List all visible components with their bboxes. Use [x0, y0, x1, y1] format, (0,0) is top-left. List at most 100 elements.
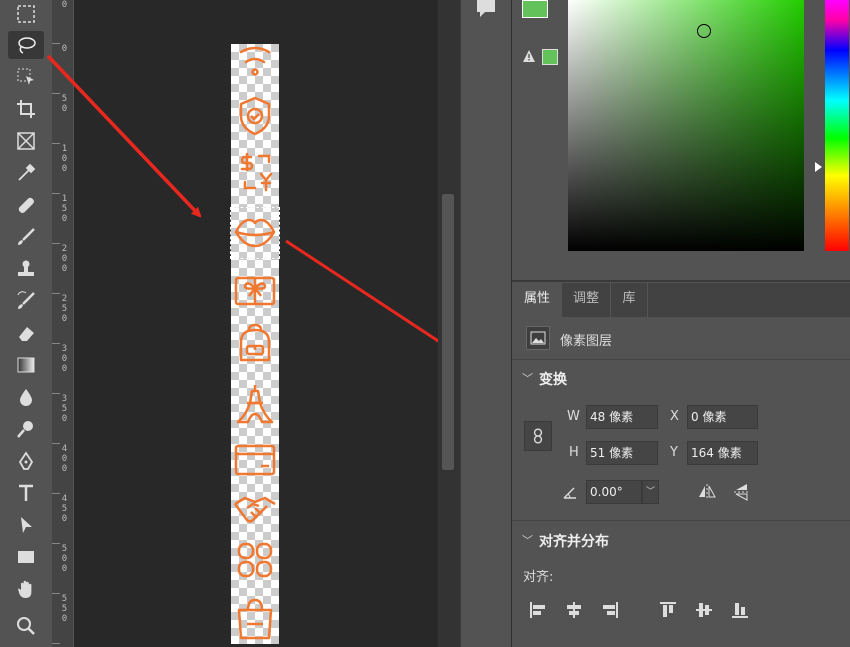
ruler-tick [52, 243, 60, 244]
object-select-tool[interactable] [8, 63, 44, 91]
ruler-label: 2 5 0 [61, 294, 68, 324]
foreground-swatch[interactable] [522, 0, 548, 18]
height-field[interactable]: 51 像素 [586, 441, 658, 465]
type-tool[interactable] [8, 479, 44, 507]
healing-brush-tool[interactable] [8, 191, 44, 219]
stamp-icon [18, 260, 34, 276]
ruler-label: 3 0 0 [61, 344, 68, 374]
align-right-button[interactable] [598, 598, 622, 622]
x-field[interactable]: 0 像素 [687, 405, 758, 429]
gradient-tool[interactable] [8, 351, 44, 379]
align-top-button[interactable] [656, 598, 680, 622]
align-left-button[interactable] [526, 598, 550, 622]
eyedropper-tool[interactable] [8, 159, 44, 187]
rectangle-tool[interactable] [8, 543, 44, 571]
ruler-label: 5 5 0 [61, 594, 68, 624]
tab-adjustments[interactable]: 调整 [562, 283, 611, 317]
document-canvas[interactable] [74, 0, 438, 647]
hand-tool[interactable] [8, 575, 44, 603]
ruler-label: 4 5 0 [61, 494, 68, 524]
speech-bubble-icon [477, 0, 495, 17]
flip-vertical-button[interactable] [733, 482, 751, 502]
ruler-tick [52, 43, 60, 44]
ruler-label: 1 5 0 [61, 194, 68, 224]
flip-horizontal-button[interactable] [697, 483, 717, 501]
width-field[interactable]: 48 像素 [586, 405, 658, 429]
icon-strip-layer[interactable] [230, 44, 280, 644]
ruler-tick [52, 393, 60, 394]
ruler-tick [52, 443, 60, 444]
scrollbar-thumb[interactable] [442, 194, 454, 470]
chevron-down-icon: ﹀ [645, 487, 655, 497]
icon-slot [231, 536, 279, 584]
web-safe-swatch[interactable] [542, 49, 558, 65]
hand-icon [18, 580, 32, 598]
saturation-value-field[interactable] [568, 0, 804, 251]
dodge-icon [17, 421, 33, 438]
chevron-down-icon[interactable]: ﹀ [522, 370, 533, 386]
canvas-vertical-scrollbar[interactable] [438, 0, 460, 647]
lasso-tool[interactable] [8, 31, 44, 59]
lasso-icon [18, 37, 36, 54]
frame-icon [17, 132, 35, 150]
ruler-label: 2 0 0 [61, 244, 68, 274]
y-field[interactable]: 164 像素 [687, 441, 758, 465]
width-label: W [567, 409, 580, 424]
dodge-tool[interactable] [8, 415, 44, 443]
align-bottom-button[interactable] [728, 598, 752, 622]
shield-check-icon [239, 96, 271, 136]
comments-button[interactable] [473, 0, 499, 20]
crop-tool[interactable] [8, 95, 44, 123]
icon-slot [231, 148, 279, 196]
ruler-label: 5 0 [61, 94, 68, 114]
panel-divider [512, 280, 850, 282]
pixel-layer-thumbnail [526, 326, 550, 350]
icon-slot [231, 436, 279, 484]
chevron-down-icon[interactable]: ﹀ [522, 532, 533, 548]
color-cursor[interactable] [697, 24, 711, 38]
pen-tool[interactable] [8, 447, 44, 475]
gamut-warning-icon[interactable] [522, 48, 536, 62]
hue-slider[interactable] [825, 0, 849, 251]
transform-section-title: 变换 [539, 372, 567, 388]
layer-type-label: 像素图层 [560, 334, 613, 349]
drop-icon [20, 389, 32, 406]
shopping-bag-icon [237, 598, 273, 640]
icon-slot [231, 92, 279, 140]
marquee-icon [17, 5, 35, 23]
align-section-title: 对齐并分布 [539, 534, 609, 550]
angle-dropdown[interactable]: ﹀ [642, 480, 659, 504]
brush-tool[interactable] [8, 223, 44, 251]
tab-libraries[interactable]: 库 [611, 283, 648, 317]
angle-icon [562, 484, 578, 500]
ruler-tick [52, 193, 60, 194]
eraser-tool[interactable] [8, 319, 44, 347]
align-right-icon [603, 602, 618, 618]
tab-properties[interactable]: 属性 [512, 283, 562, 317]
arrow-pointer-icon [21, 517, 32, 533]
ruler-label: 0 [61, 44, 68, 54]
path-select-tool[interactable] [8, 511, 44, 539]
stamp-tool[interactable] [8, 255, 44, 283]
type-icon [19, 484, 33, 501]
wifi-pin-icon [239, 46, 271, 76]
angle-field[interactable]: 0.00° [586, 480, 642, 504]
icon-slot [231, 320, 279, 368]
hue-slider-handle[interactable] [815, 162, 822, 172]
ruler-tick [52, 293, 60, 294]
eiffel-tower-icon [236, 385, 274, 424]
blur-tool[interactable] [8, 383, 44, 411]
ruler-tick [52, 93, 60, 94]
marquee-tool[interactable] [8, 0, 44, 28]
align-vertical-center-button[interactable] [692, 598, 716, 622]
frame-tool[interactable] [8, 127, 44, 155]
y-label: Y [670, 445, 678, 460]
link-dimensions-button[interactable] [524, 421, 552, 451]
align-horizontal-center-button[interactable] [562, 598, 586, 622]
vertical-ruler: 0 0 5 0 1 0 0 1 5 0 2 0 0 2 5 0 3 0 0 3 … [52, 0, 74, 647]
history-brush-tool[interactable] [8, 287, 44, 315]
history-brush-icon [17, 291, 35, 309]
bandage-icon [18, 197, 34, 213]
ruler-tick [52, 543, 60, 544]
zoom-tool[interactable] [8, 612, 44, 640]
